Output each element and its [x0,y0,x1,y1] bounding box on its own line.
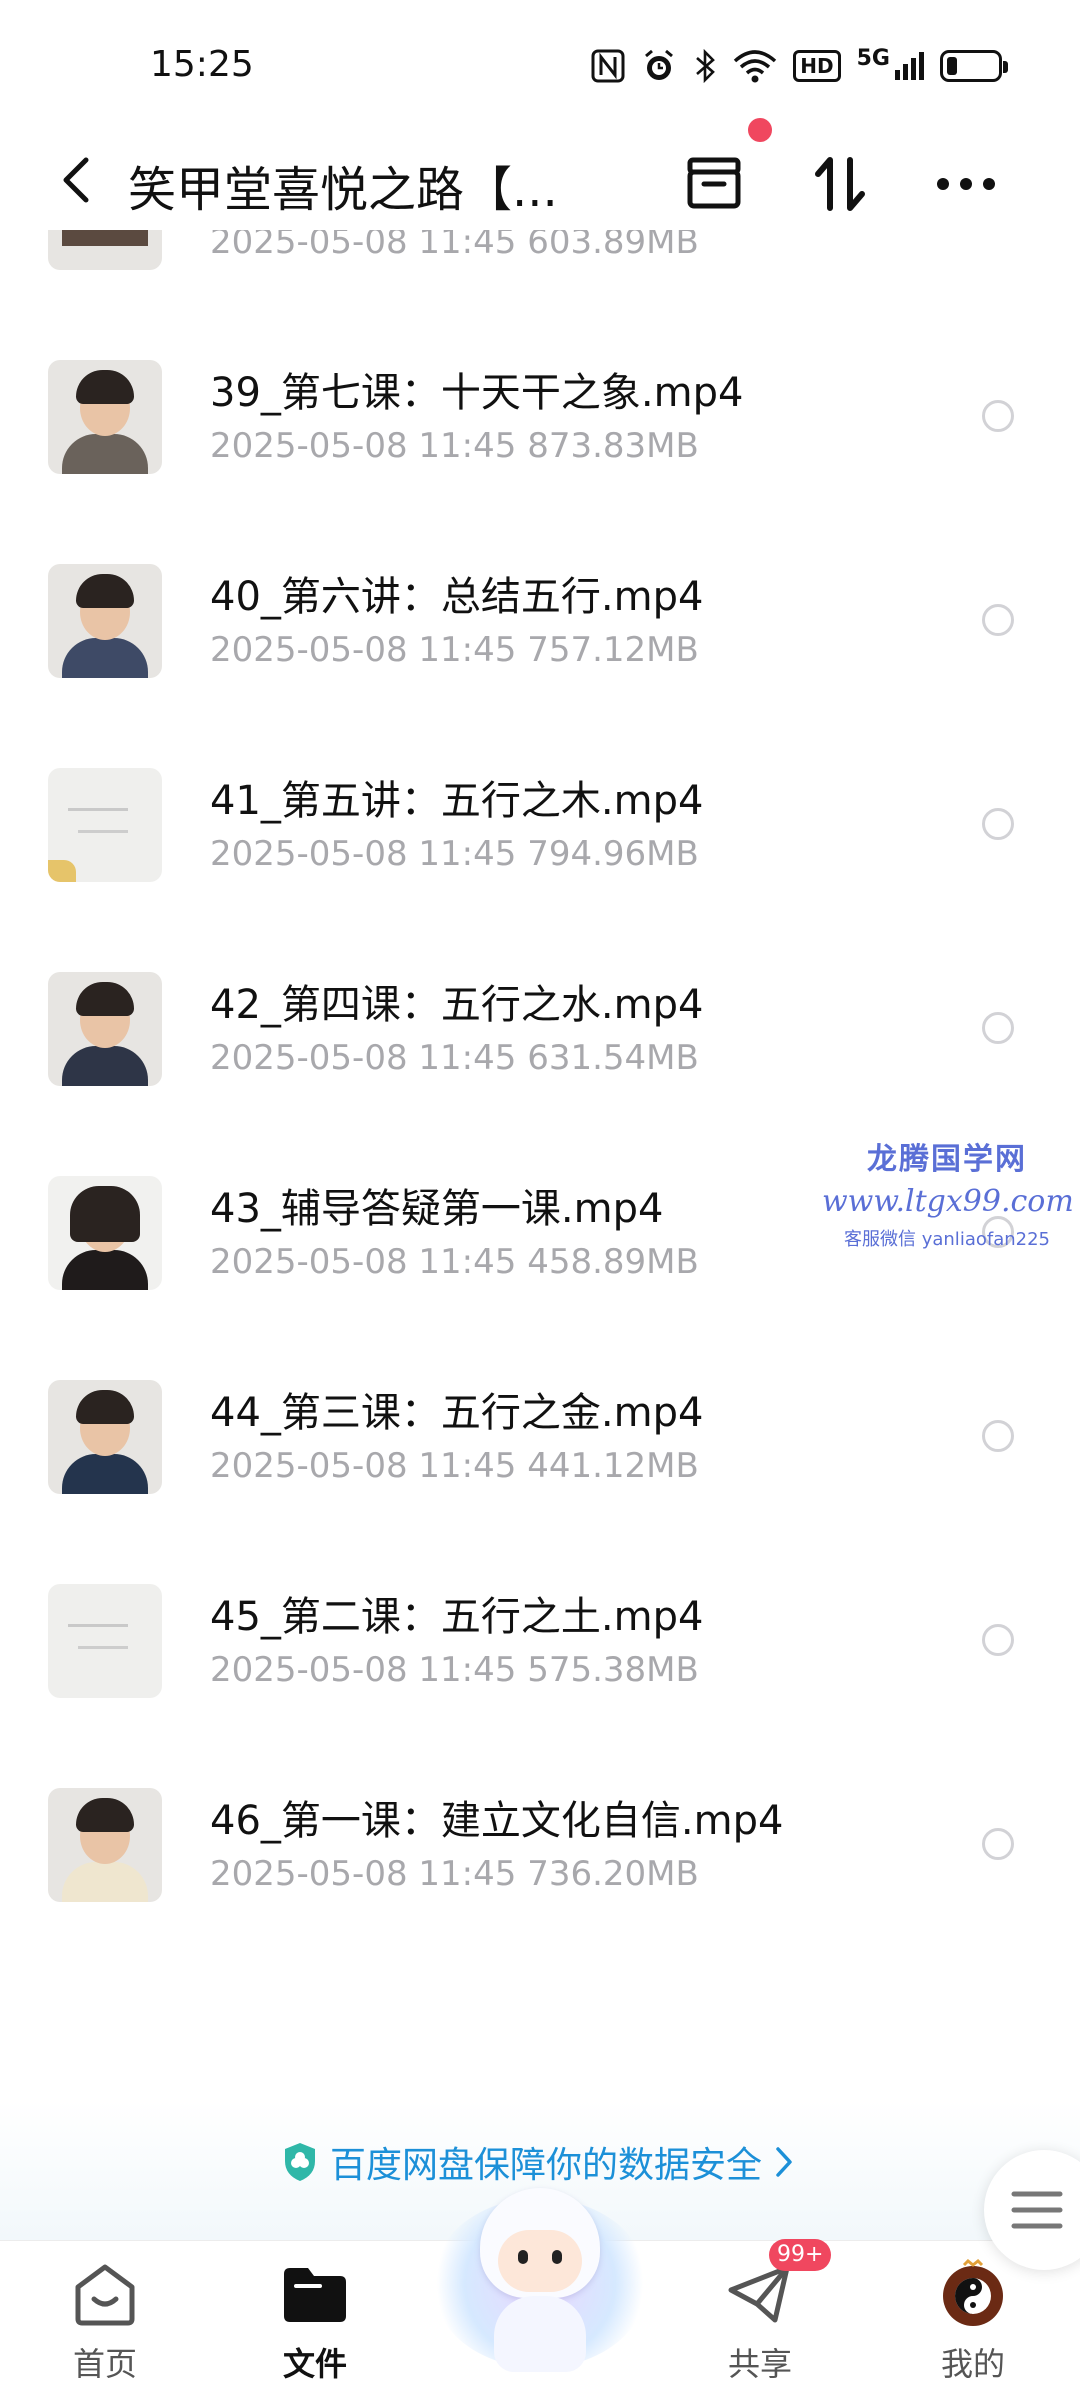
share-icon: 99+ [725,2239,832,2329]
tab-files[interactable]: 文件 [240,2259,390,2389]
notification-dot [748,118,772,142]
select-checkbox[interactable] [982,808,1014,840]
more-button[interactable] [930,148,1002,220]
status-time: 15:25 [150,44,254,85]
file-name: 43_辅导答疑第一课.mp4 [210,1186,664,1232]
video-thumbnail [48,972,162,1086]
file-name: 42_第四课：五行之水.mp4 [210,982,704,1028]
file-meta: 2025-05-08 11:45 458.89MB [210,1242,699,1282]
video-thumbnail [48,564,162,678]
video-thumbnail [48,230,162,270]
video-thumbnail [48,1788,162,1902]
select-checkbox[interactable] [982,604,1014,636]
tab-share[interactable]: 99+ 共享 [685,2239,835,2389]
file-name: 44_第三课：五行之金.mp4 [210,1390,704,1436]
status-icons: HD 5G [591,46,1008,86]
file-meta: 2025-05-08 11:45 603.89MB [210,230,699,262]
video-thumbnail [48,1584,162,1698]
file-row[interactable]: 39_第七课：十天干之象.mp4 2025-05-08 11:45 873.83… [0,360,1080,564]
file-name: 46_第一课：建立文化自信.mp4 [210,1798,784,1844]
mascot-eye [552,2250,562,2264]
select-checkbox[interactable] [982,1420,1014,1452]
hd-icon: HD [793,46,841,86]
tab-share-label: 共享 [727,2345,792,2383]
video-thumbnail [48,768,162,882]
menu-icon [1011,2191,1063,2229]
video-thumbnail [48,360,162,474]
alarm-icon [641,46,677,86]
back-icon [63,157,89,203]
watermark-title: 龙腾国学网 [867,1142,1027,1177]
watermark-url: www.ltgx99.com [822,1184,1074,1219]
folder-icon [280,2259,350,2329]
wifi-icon [733,46,777,86]
archive-icon [687,157,741,209]
avatar-icon [938,2259,1008,2329]
mascot-face [498,2230,582,2292]
file-meta: 2025-05-08 11:45 736.20MB [210,1854,699,1894]
shield-icon [285,2143,315,2181]
battery-icon [940,46,1008,86]
status-bar: 15:25 HD 5G [0,0,1080,130]
watermark-contact: 客服微信 yanliaofan225 [844,1229,1050,1250]
tab-home[interactable]: 首页 [30,2259,180,2389]
file-name: 41_第五讲：五行之木.mp4 [210,778,704,824]
signal-icon: 5G [857,46,924,86]
file-meta: 2025-05-08 11:45 873.83MB [210,426,699,466]
network-type: 5G [856,46,890,71]
mascot-assistant-button[interactable] [432,2178,648,2378]
top-nav: 笑甲堂喜悦之路【... [0,130,1080,230]
file-row[interactable]: 45_第二课：五行之土.mp4 2025-05-08 11:45 575.38M… [0,1584,1080,1788]
file-meta: 2025-05-08 11:45 631.54MB [210,1038,699,1078]
page-title: 笑甲堂喜悦之路【... [128,162,558,218]
file-meta: 2025-05-08 11:45 757.12MB [210,630,699,670]
file-name: 39_第七课：十天干之象.mp4 [210,370,744,416]
tab-files-label: 文件 [282,2345,347,2383]
bluetooth-icon [693,46,717,86]
transfer-button[interactable] [804,148,876,220]
mascot-body [494,2296,586,2372]
select-checkbox[interactable] [982,1012,1014,1044]
sort-icon [815,157,865,211]
tab-me[interactable]: 我的 [898,2259,1048,2389]
back-button[interactable] [48,152,104,208]
home-icon [70,2259,140,2329]
watermark: 龙腾国学网 www.ltgx99.com 客服微信 yanliaofan225 [822,1134,1074,1251]
nfc-icon [591,46,625,86]
more-icon [937,178,995,190]
file-meta: 2025-05-08 11:45 575.38MB [210,1650,699,1690]
tab-home-label: 首页 [72,2345,137,2383]
chevron-right-icon [776,2147,792,2177]
file-name: 40_第六讲：总结五行.mp4 [210,574,704,620]
tab-me-label: 我的 [940,2345,1005,2383]
select-checkbox[interactable] [982,1624,1014,1656]
file-row[interactable]: 40_第六讲：总结五行.mp4 2025-05-08 11:45 757.12M… [0,564,1080,768]
select-checkbox[interactable] [982,1828,1014,1860]
file-meta: 2025-05-08 11:45 794.96MB [210,834,699,874]
file-row[interactable]: 41_第五讲：五行之木.mp4 2025-05-08 11:45 794.96M… [0,768,1080,972]
select-checkbox[interactable] [982,400,1014,432]
mascot-eye [518,2250,528,2264]
file-row[interactable]: 2025-05-08 11:45 603.89MB [0,230,1080,360]
video-thumbnail [48,1176,162,1290]
file-meta: 2025-05-08 11:45 441.12MB [210,1446,699,1486]
video-thumbnail [48,1380,162,1494]
file-row[interactable]: 44_第三课：五行之金.mp4 2025-05-08 11:45 441.12M… [0,1380,1080,1584]
file-row[interactable]: 46_第一课：建立文化自信.mp4 2025-05-08 11:45 736.2… [0,1788,1080,1992]
share-badge: 99+ [769,2239,832,2271]
file-name: 45_第二课：五行之土.mp4 [210,1594,704,1640]
archive-button[interactable] [678,148,750,220]
